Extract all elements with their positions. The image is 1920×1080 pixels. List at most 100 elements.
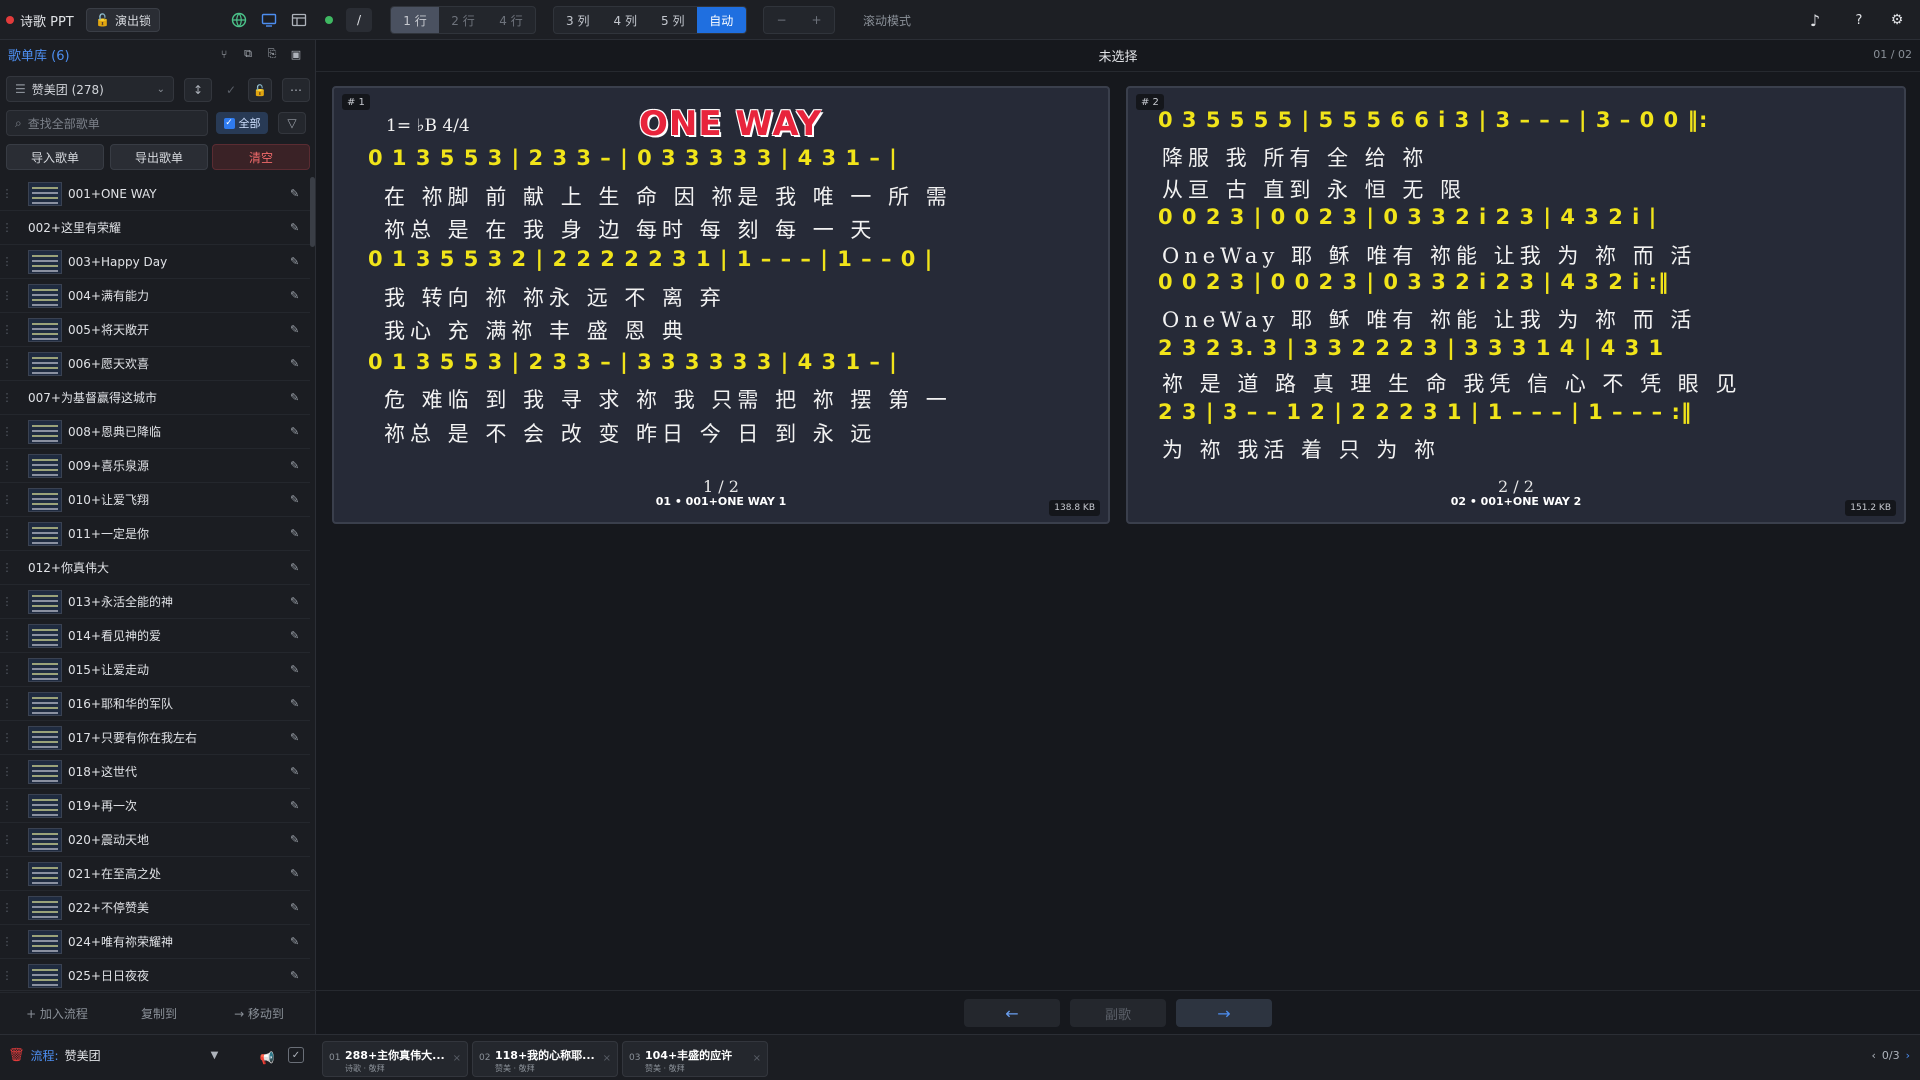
drag-handle-icon[interactable]: ⋮ (0, 187, 14, 200)
drag-handle-icon[interactable]: ⋮ (0, 391, 14, 404)
song-list-item[interactable]: ⋮ 013+永活全能的神 ✎ (0, 585, 310, 619)
song-list-item[interactable]: ⋮ 021+在至高之处 ✎ (0, 857, 310, 891)
edit-pencil-icon[interactable]: ✎ (290, 561, 310, 574)
song-list-item[interactable]: ⋮ 019+再一次 ✎ (0, 789, 310, 823)
drag-handle-icon[interactable]: ⋮ (0, 731, 14, 744)
slide-thumbnail-1[interactable]: # 1 1= ♭B 4/4 ONE WAY 0 1 3 5 5 3 | 2 3 … (332, 86, 1110, 524)
zoom-in-button[interactable]: + (799, 7, 834, 33)
chorus-button[interactable]: 副歌 (1070, 999, 1166, 1027)
edit-pencil-icon[interactable]: ✎ (290, 493, 310, 506)
edit-pencil-icon[interactable]: ✎ (290, 969, 310, 982)
song-list-item[interactable]: ⋮ 003+Happy Day ✎ (0, 245, 310, 279)
export-list-button[interactable]: 导出歌单 (110, 144, 208, 170)
song-list-item[interactable]: ⋮ 011+一定是你 ✎ (0, 517, 310, 551)
drag-handle-icon[interactable]: ⋮ (0, 255, 14, 268)
song-list-item[interactable]: ⋮ 007+为基督赢得这城市 ✎ (0, 381, 310, 415)
flow-selector[interactable]: 🗑 流程: 赞美团 ▼ (8, 1047, 218, 1064)
song-list-item[interactable]: ⋮ 008+恩典已降临 ✎ (0, 415, 310, 449)
edit-pencil-icon[interactable]: ✎ (290, 425, 310, 438)
edit-pencil-icon[interactable]: ✎ (290, 221, 310, 234)
help-icon[interactable]: ? (1848, 9, 1870, 31)
add-to-flow-button[interactable]: + 加入流程 (14, 1001, 100, 1025)
edit-pencil-icon[interactable]: ✎ (290, 731, 310, 744)
scroll-mode-button[interactable]: 滚动模式 (852, 7, 922, 33)
edit-pencil-icon[interactable]: ✎ (290, 255, 310, 268)
rows-2-option[interactable]: 2 行 (439, 7, 487, 33)
clear-list-button[interactable]: 清空 (212, 144, 310, 170)
edit-pencil-icon[interactable]: ✎ (290, 187, 310, 200)
edit-pencil-icon[interactable]: ✎ (290, 289, 310, 302)
cols-3-option[interactable]: 3 列 (554, 7, 602, 33)
drag-handle-icon[interactable]: ⋮ (0, 221, 14, 234)
song-list-item[interactable]: ⋮ 015+让爱走动 ✎ (0, 653, 310, 687)
export-icon[interactable]: ⎘ (264, 46, 280, 62)
close-icon[interactable]: × (603, 1053, 611, 1064)
drag-handle-icon[interactable]: ⋮ (0, 425, 14, 438)
edit-pencil-icon[interactable]: ✎ (290, 629, 310, 642)
drag-handle-icon[interactable]: ⋮ (0, 323, 14, 336)
song-list-item[interactable]: ⋮ 001+ONE WAY ✎ (0, 177, 310, 211)
chevron-right-icon[interactable]: › (1906, 1049, 1910, 1062)
song-list-item[interactable]: ⋮ 022+不停赞美 ✎ (0, 891, 310, 925)
rows-1-option[interactable]: 1 行 (391, 7, 439, 33)
song-search-input[interactable]: ⌕ 查找全部歌单 (6, 110, 208, 136)
song-list-item[interactable]: ⋮ 010+让爱飞翔 ✎ (0, 483, 310, 517)
check-icon[interactable]: ✓ (220, 78, 242, 102)
edit-pencil-icon[interactable]: ✎ (290, 867, 310, 880)
show-lock-button[interactable]: 🔓 演出锁 (86, 8, 160, 32)
drag-handle-icon[interactable]: ⋮ (0, 935, 14, 948)
edit-pencil-icon[interactable]: ✎ (290, 799, 310, 812)
edit-pencil-icon[interactable]: ✎ (290, 663, 310, 676)
edit-pencil-icon[interactable]: ✎ (290, 901, 310, 914)
drag-handle-icon[interactable]: ⋮ (0, 697, 14, 710)
song-list-item[interactable]: ⋮ 004+满有能力 ✎ (0, 279, 310, 313)
move-to-button[interactable]: → 移动到 (216, 1001, 302, 1025)
song-list-item[interactable]: ⋮ 012+你真伟大 ✎ (0, 551, 310, 585)
drag-handle-icon[interactable]: ⋮ (0, 799, 14, 812)
window-icon[interactable]: ▣ (288, 46, 304, 62)
edit-pencil-icon[interactable]: ✎ (290, 595, 310, 608)
drag-handle-icon[interactable]: ⋮ (0, 527, 14, 540)
rows-4-option[interactable]: 4 行 (487, 7, 535, 33)
slide-thumbnail-2[interactable]: # 2 0 3 5 5 5 5 | 5 5 5 6 6 i 3 | 3 – – … (1126, 86, 1906, 524)
copy-icon[interactable]: ⧉ (240, 46, 256, 62)
chevron-left-icon[interactable]: ‹ (1871, 1049, 1875, 1062)
drag-handle-icon[interactable]: ⋮ (0, 561, 14, 574)
trash-icon[interactable]: 🗑 (8, 1048, 25, 1063)
pen-button[interactable]: / (346, 8, 372, 32)
checklist-icon[interactable]: ✓ (288, 1047, 304, 1063)
zoom-out-button[interactable]: − (764, 7, 799, 33)
edit-pencil-icon[interactable]: ✎ (290, 935, 310, 948)
prev-slide-button[interactable]: ← (964, 999, 1060, 1027)
edit-pencil-icon[interactable]: ✎ (290, 765, 310, 778)
drag-handle-icon[interactable]: ⋮ (0, 663, 14, 676)
drag-handle-icon[interactable]: ⋮ (0, 459, 14, 472)
drag-handle-icon[interactable]: ⋮ (0, 867, 14, 880)
song-list-item[interactable]: ⋮ 018+这世代 ✎ (0, 755, 310, 789)
unlock-icon[interactable]: 🔓 (248, 78, 272, 102)
drag-handle-icon[interactable]: ⋮ (0, 901, 14, 914)
next-slide-button[interactable]: → (1176, 999, 1272, 1027)
edit-pencil-icon[interactable]: ✎ (290, 527, 310, 540)
edit-pencil-icon[interactable]: ✎ (290, 323, 310, 336)
drag-handle-icon[interactable]: ⋮ (0, 833, 14, 846)
flow-item[interactable]: 02 118+我的心称耶... 赞美 · 敬拜 × (472, 1041, 618, 1077)
megaphone-icon[interactable]: 📢 (256, 1047, 278, 1069)
edit-pencil-icon[interactable]: ✎ (290, 459, 310, 472)
select-all-checkbox[interactable]: ✓ 全部 (216, 112, 268, 134)
sort-icon[interactable]: ↕ (184, 78, 212, 102)
drag-handle-icon[interactable]: ⋮ (0, 629, 14, 642)
sidebar-scrollbar[interactable] (310, 177, 315, 247)
song-list-item[interactable]: ⋮ 005+将天敞开 ✎ (0, 313, 310, 347)
song-list-item[interactable]: ⋮ 020+震动天地 ✎ (0, 823, 310, 857)
library-select[interactable]: ☰ 赞美团 (278) ⌄ (6, 76, 174, 102)
song-list-item[interactable]: ⋮ 025+日日夜夜 ✎ (0, 959, 310, 993)
music-icon[interactable]: ♪ (1804, 9, 1826, 31)
cols-4-option[interactable]: 4 列 (602, 7, 650, 33)
drag-handle-icon[interactable]: ⋮ (0, 357, 14, 370)
branch-icon[interactable]: ⑂ (216, 46, 232, 62)
filter-icon[interactable]: ▽ (278, 112, 306, 134)
edit-pencil-icon[interactable]: ✎ (290, 833, 310, 846)
settings-icon[interactable]: ⚙ (1886, 9, 1908, 31)
song-list-item[interactable]: ⋮ 024+唯有祢荣耀神 ✎ (0, 925, 310, 959)
